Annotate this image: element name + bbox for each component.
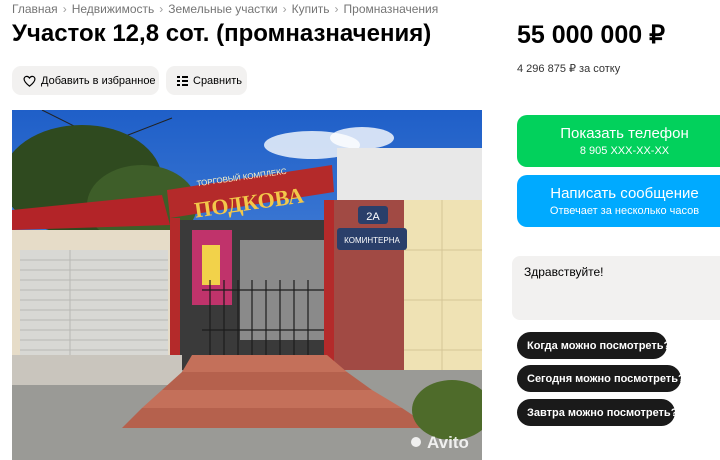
breadcrumb-separator: › xyxy=(62,2,67,16)
breadcrumb-home[interactable]: Главная xyxy=(12,2,58,16)
breadcrumb-separator: › xyxy=(282,2,287,16)
phone-number-masked: 8 905 ХХХ-ХХ-ХХ xyxy=(579,145,670,157)
quick-reply-when[interactable]: Когда можно посмотреть? xyxy=(517,332,670,359)
listing-photo[interactable]: 2А КОМИНТЕРНА ТОРГОВЫЙ КОМПЛЕКС ПОДКОВА xyxy=(12,110,482,460)
compare-icon xyxy=(177,75,188,86)
listing-title: Участок 12,8 сот. (промназначения) xyxy=(12,20,432,47)
compare-button[interactable]: Сравнить xyxy=(166,66,247,95)
message-input[interactable]: Здравствуйте! xyxy=(512,256,720,320)
listing-price: 55 000 000 ₽ xyxy=(517,21,665,49)
breadcrumb-separator: › xyxy=(334,2,339,16)
write-message-label: Написать сообщение xyxy=(550,185,699,202)
breadcrumb: Главная › Недвижимость › Земельные участки › К… xyxy=(12,2,438,16)
breadcrumb-real-estate[interactable]: Недвижимость xyxy=(72,2,155,16)
quick-reply-today[interactable]: Сегодня можно посмотреть? xyxy=(517,365,685,392)
add-to-favorites-button[interactable]: Добавить в избранное xyxy=(12,66,159,95)
breadcrumb-buy[interactable]: Купить xyxy=(292,2,330,16)
heart-icon xyxy=(23,75,36,87)
avito-watermark: Avito xyxy=(427,433,469,452)
show-phone-button[interactable]: Показать телефон 8 905 ХХХ-ХХ-ХХ xyxy=(517,115,720,167)
response-time: Отвечает за несколько часов xyxy=(549,205,700,217)
price-per-unit: 4 296 875 ₽ за сотку xyxy=(517,63,621,75)
favorites-label: Добавить в избранное xyxy=(41,74,156,87)
quick-reply-tomorrow[interactable]: Завтра можно посмотреть? xyxy=(517,399,677,426)
breadcrumb-separator: › xyxy=(159,2,164,16)
show-phone-label: Показать телефон xyxy=(560,125,689,142)
compare-label: Сравнить xyxy=(193,74,243,87)
house-number: 2А xyxy=(366,211,380,223)
write-message-button[interactable]: Написать сообщение Отвечает за несколько… xyxy=(517,175,720,227)
breadcrumb-industrial[interactable]: Промназначения xyxy=(344,2,439,16)
street-plate: КОМИНТЕРНА xyxy=(344,236,400,245)
breadcrumb-land[interactable]: Земельные участки xyxy=(168,2,277,16)
